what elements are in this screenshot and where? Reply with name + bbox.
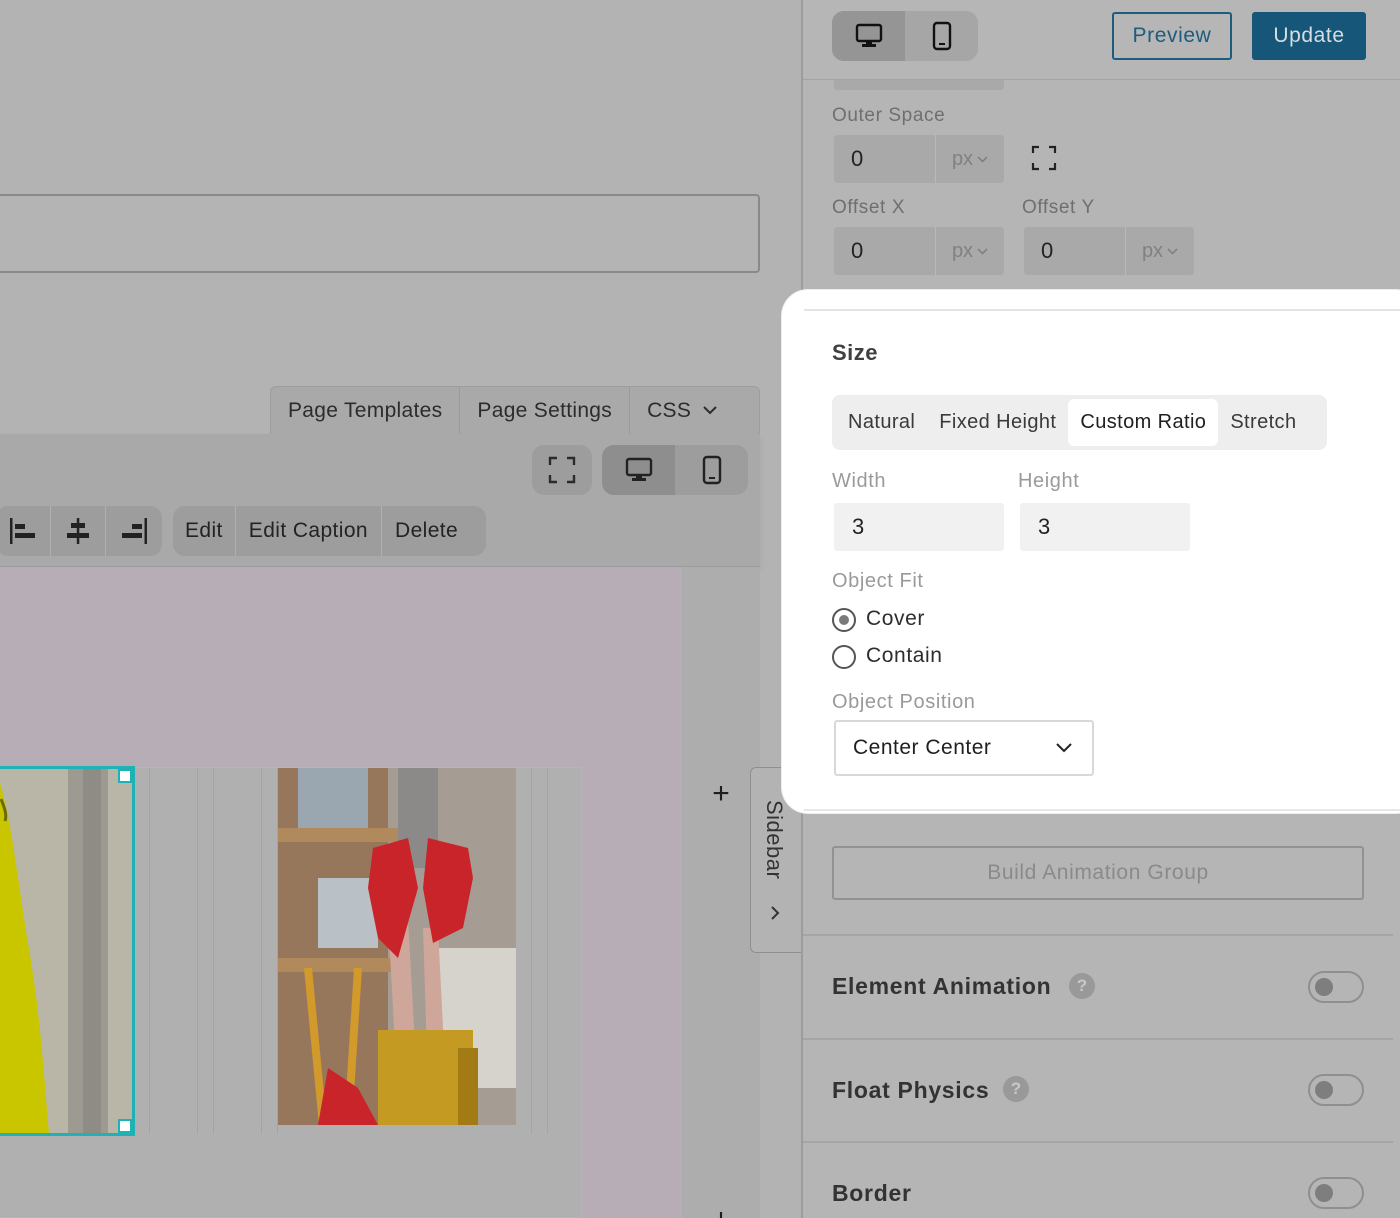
unit-select[interactable]: px [936,135,1004,183]
expand-icon [548,456,576,484]
desktop-icon [855,23,883,49]
size-mode-fixed-height[interactable]: Fixed Height [927,399,1068,446]
align-left-button[interactable] [0,506,51,556]
chevron-down-icon [703,406,717,415]
template-bar: Page Templates Page Settings CSS [270,386,760,434]
previous-field-edge [834,80,1004,90]
size-mode-custom-ratio[interactable]: Custom Ratio [1068,399,1219,446]
link-sides-icon[interactable] [1031,145,1057,171]
float-physics-toggle[interactable] [1308,1074,1364,1106]
object-position-value: Center Center [853,736,992,759]
object-fit-cover-radio[interactable] [832,608,856,632]
width-input[interactable]: 3 [834,503,1004,551]
edit-caption-button[interactable]: Edit Caption [236,506,382,556]
offset-x-input[interactable]: 0 px [834,227,1004,275]
page-settings-tab[interactable]: Page Settings [460,387,631,434]
size-mode-stretch[interactable]: Stretch [1218,399,1308,446]
border-toggle[interactable] [1308,1177,1364,1209]
height-label: Height [1018,470,1080,492]
height-input[interactable]: 3 [1020,503,1190,551]
page-templates-tab[interactable]: Page Templates [271,387,461,434]
size-mode-selector: Natural Fixed Height Custom Ratio Stretc… [832,395,1327,450]
offset-x-label: Offset X [832,197,906,218]
sidebar-tab-label: Sidebar [762,800,787,880]
preview-button[interactable]: Preview [1112,12,1232,60]
canvas-mobile-button[interactable] [675,445,748,495]
size-mode-natural[interactable]: Natural [836,399,927,446]
float-physics-title: Float Physics [832,1077,990,1103]
outer-space-label: Outer Space [832,105,946,126]
help-icon[interactable]: ? [1003,1076,1029,1102]
object-fit-cover-label[interactable]: Cover [866,607,925,631]
align-center-button[interactable] [51,506,106,556]
canvas-gutter [682,567,760,1218]
block-toolbar: Edit Edit Caption Delete [0,434,760,567]
element-animation-toggle[interactable] [1308,971,1364,1003]
section-divider [803,1141,1393,1143]
add-block-button-bottom[interactable]: + [707,1205,735,1218]
object-position-label: Object Position [832,691,976,713]
outer-space-input[interactable]: 0 px [834,135,1004,183]
align-center-icon [65,518,91,544]
canvas-device-switch [602,445,748,495]
align-right-icon [119,518,149,544]
unit-select[interactable]: px [1126,227,1194,275]
device-switch [832,11,978,61]
mobile-icon [702,455,722,485]
build-animation-group-button[interactable]: Build Animation Group [832,846,1364,900]
object-position-select[interactable]: Center Center [834,720,1094,776]
add-block-button[interactable]: + [707,779,735,809]
element-animation-title: Element Animation [832,973,1052,999]
unit-select[interactable]: px [936,227,1004,275]
chevron-down-icon [1056,743,1072,753]
section-divider [803,934,1393,936]
object-fit-contain-label[interactable]: Contain [866,644,943,668]
gallery-image[interactable] [278,768,516,1125]
border-title: Border [832,1180,912,1206]
desktop-icon [625,457,653,483]
size-section-title: Size [832,340,879,365]
chevron-right-icon [769,905,781,921]
delete-button[interactable]: Delete [382,506,471,556]
object-fit-label: Object Fit [832,570,924,592]
offset-y-label: Offset Y [1022,197,1095,218]
offset-y-input[interactable]: 0 px [1024,227,1194,275]
mobile-mode-button[interactable] [905,11,978,61]
desktop-mode-button[interactable] [832,11,905,61]
edit-button[interactable]: Edit [173,506,236,556]
gallery-image-selected[interactable] [0,766,135,1136]
help-icon[interactable]: ? [1069,973,1095,999]
align-right-button[interactable] [106,506,161,556]
page-title-field[interactable] [0,194,760,273]
css-tab[interactable]: CSS [630,387,734,434]
update-button[interactable]: Update [1252,12,1366,60]
section-divider [803,1038,1393,1040]
edit-group: Edit Edit Caption Delete [173,506,486,556]
canvas-desktop-button[interactable] [602,445,675,495]
fullscreen-button[interactable] [532,445,592,495]
align-left-icon [8,518,38,544]
object-fit-contain-radio[interactable] [832,645,856,669]
mobile-icon [932,21,952,51]
width-label: Width [832,470,887,492]
alignment-group [0,506,162,556]
